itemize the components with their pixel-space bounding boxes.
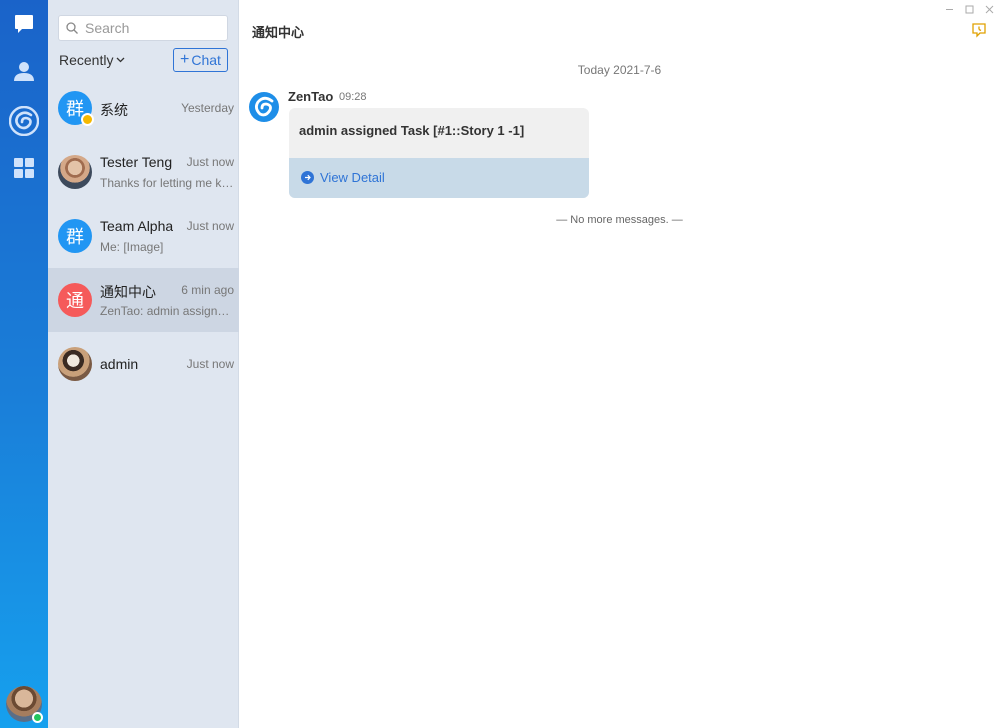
recently-label: Recently xyxy=(59,52,114,68)
conversation-name: 系统 xyxy=(100,102,128,118)
conversation-preview: Thanks for letting me know. xyxy=(100,176,234,190)
new-chat-button[interactable]: + Chat xyxy=(173,48,228,72)
apps-grid-icon xyxy=(14,158,34,178)
chat-title: 通知中心 xyxy=(252,25,305,40)
conversation-item-admin[interactable]: admin Just now xyxy=(48,332,239,396)
minimize-icon[interactable] xyxy=(945,5,954,14)
conversation-item-team-alpha[interactable]: 群 Team Alpha Just now Me: [Image] xyxy=(48,204,239,268)
contacts-nav-button[interactable] xyxy=(0,47,48,95)
arrow-right-circle-icon xyxy=(301,171,314,184)
conversation-name: Team Alpha xyxy=(100,218,174,234)
chevron-down-icon xyxy=(117,57,125,63)
search-input[interactable] xyxy=(85,18,223,38)
notification-text: admin assigned Task [#1::Story 1 -1] xyxy=(299,123,525,138)
conversation-preview: Me: [Image] xyxy=(100,240,164,254)
notification-card: admin assigned Task [#1::Story 1 -1] Vie… xyxy=(289,108,589,198)
search-icon xyxy=(66,22,78,34)
user-photo-avatar xyxy=(58,155,92,189)
notification-avatar: 通 xyxy=(58,283,92,317)
conversation-time: Just now xyxy=(186,219,234,233)
chat-nav-button[interactable] xyxy=(0,0,48,48)
view-detail-link[interactable]: View Detail xyxy=(301,170,385,185)
conversation-name: Tester Teng xyxy=(100,154,173,170)
close-icon[interactable] xyxy=(985,5,994,14)
conversation-time: Just now xyxy=(186,357,234,371)
zentao-avatar-icon[interactable] xyxy=(248,91,280,123)
star-badge-icon xyxy=(81,113,94,126)
message-time: 09:28 xyxy=(339,91,367,103)
maximize-icon[interactable] xyxy=(965,5,974,14)
conversation-preview: ZenTao: admin assigned Task xyxy=(100,304,234,318)
chat-bubble-icon xyxy=(15,15,33,33)
chat-main-area: 通知中心 Today 2021-7-6 ZenTao 09:28 admin a… xyxy=(239,0,1000,728)
message-sender: ZenTao xyxy=(288,89,334,104)
zentao-nav-button[interactable] xyxy=(0,97,48,145)
online-status-dot xyxy=(32,712,43,723)
conversation-time: 6 min ago xyxy=(181,283,234,297)
history-alert-icon[interactable] xyxy=(971,22,987,38)
view-detail-bar[interactable]: View Detail xyxy=(289,158,589,198)
date-separator: Today 2021-7-6 xyxy=(577,63,662,77)
app-rail xyxy=(0,0,48,728)
conversation-name: admin xyxy=(100,356,139,372)
zentao-icon xyxy=(9,106,39,136)
conversation-name: 通知中心 xyxy=(100,284,156,300)
conversation-time: Yesterday xyxy=(181,101,234,115)
new-chat-label: Chat xyxy=(191,52,221,68)
recently-filter-dropdown[interactable]: Recently xyxy=(59,52,125,68)
conversation-time: Just now xyxy=(186,155,234,169)
no-more-messages: — No more messages. — xyxy=(556,214,683,226)
conversation-item-notification-center[interactable]: 通 通知中心 6 min ago ZenTao: admin assigned … xyxy=(48,268,239,332)
conversation-list-pane: Recently + Chat 群 系统 Yesterday Tester Te… xyxy=(48,0,239,728)
conversation-item-system[interactable]: 群 系统 Yesterday xyxy=(48,76,239,140)
conversation-item-tester-teng[interactable]: Tester Teng Just now Thanks for letting … xyxy=(48,140,239,204)
search-box[interactable] xyxy=(58,15,228,41)
user-photo-avatar xyxy=(58,347,92,381)
apps-nav-button[interactable] xyxy=(0,144,48,192)
avatar-text: 通 xyxy=(66,291,84,312)
plus-icon: + xyxy=(180,51,190,68)
view-detail-label: View Detail xyxy=(320,170,385,185)
contacts-icon xyxy=(14,62,34,81)
group-avatar: 群 xyxy=(58,219,92,253)
avatar-text: 群 xyxy=(66,227,84,248)
